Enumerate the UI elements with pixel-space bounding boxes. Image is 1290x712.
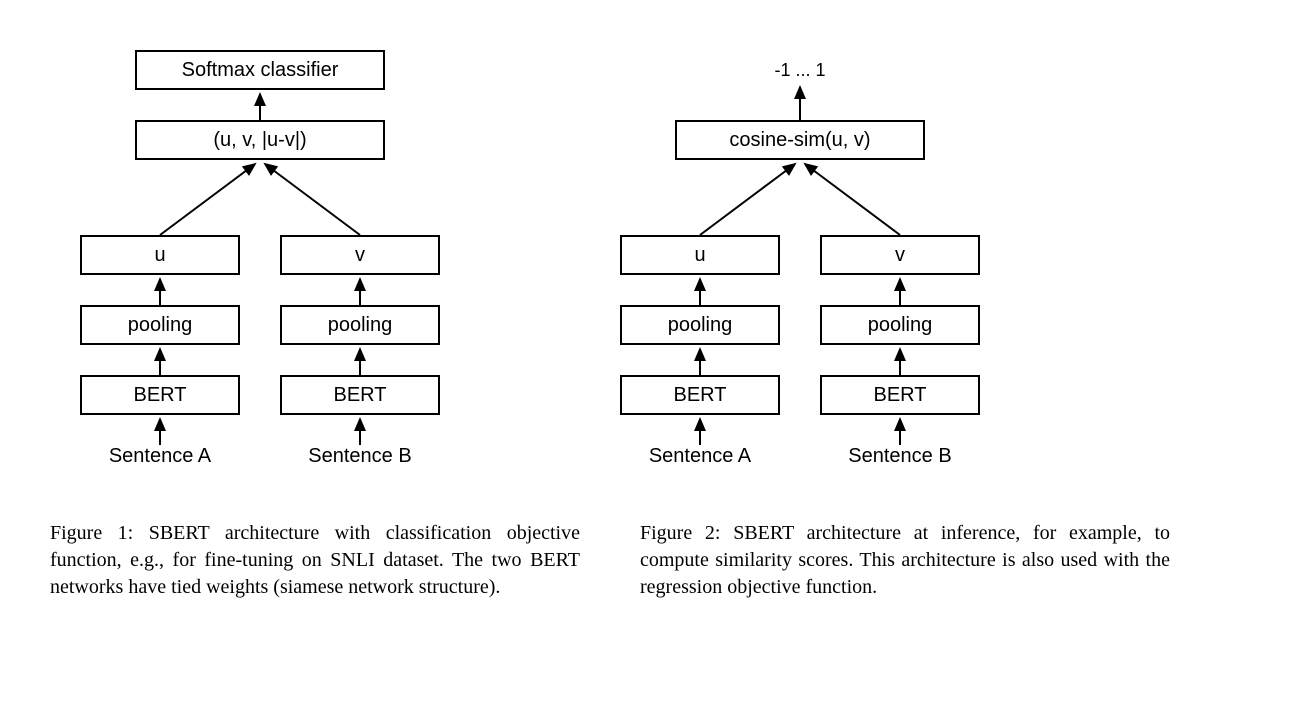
pooling-right-label: pooling	[328, 314, 393, 337]
u-box: u	[80, 235, 240, 275]
bert-left-label: BERT	[134, 384, 187, 407]
softmax-label: Softmax classifier	[182, 59, 339, 82]
bert-left-box-2: BERT	[620, 375, 780, 415]
figure-1: Softmax classifier (u, v, |u-v|) u pooli…	[50, 40, 470, 490]
pooling-left-box: pooling	[80, 305, 240, 345]
pooling-right-box-2: pooling	[820, 305, 980, 345]
softmax-box: Softmax classifier	[135, 50, 385, 90]
figure-2: -1 ... 1 cosine-sim(u, v) u pooling BERT…	[590, 40, 1010, 490]
figure-2-diagram: -1 ... 1 cosine-sim(u, v) u pooling BERT…	[590, 40, 1010, 490]
u-label: u	[154, 244, 165, 267]
input-right-label: Sentence B	[280, 445, 440, 468]
bert-right-box: BERT	[280, 375, 440, 415]
pooling-left-label: pooling	[128, 314, 193, 337]
pooling-left-box-2: pooling	[620, 305, 780, 345]
merge-label: (u, v, |u-v|)	[213, 129, 306, 152]
input-left-label: Sentence A	[80, 445, 240, 468]
u-label-2: u	[694, 244, 705, 267]
u-box-2: u	[620, 235, 780, 275]
figure-2-caption: Figure 2: SBERT architecture at inferenc…	[640, 520, 1170, 601]
cosine-box: cosine-sim(u, v)	[675, 120, 925, 160]
bert-right-label: BERT	[334, 384, 387, 407]
pooling-left-label-2: pooling	[668, 314, 733, 337]
pooling-right-label-2: pooling	[868, 314, 933, 337]
cosine-label: cosine-sim(u, v)	[729, 129, 870, 152]
bert-left-box: BERT	[80, 375, 240, 415]
bert-right-box-2: BERT	[820, 375, 980, 415]
range-label: -1 ... 1	[750, 60, 850, 81]
bert-right-label-2: BERT	[874, 384, 927, 407]
input-right-label-2: Sentence B	[820, 445, 980, 468]
pooling-right-box: pooling	[280, 305, 440, 345]
v-box: v	[280, 235, 440, 275]
merge-box: (u, v, |u-v|)	[135, 120, 385, 160]
v-label: v	[355, 244, 365, 267]
figure-1-diagram: Softmax classifier (u, v, |u-v|) u pooli…	[50, 40, 470, 490]
v-label-2: v	[895, 244, 905, 267]
figure-1-caption: Figure 1: SBERT architecture with classi…	[50, 520, 580, 601]
v-box-2: v	[820, 235, 980, 275]
bert-left-label-2: BERT	[674, 384, 727, 407]
input-left-label-2: Sentence A	[620, 445, 780, 468]
